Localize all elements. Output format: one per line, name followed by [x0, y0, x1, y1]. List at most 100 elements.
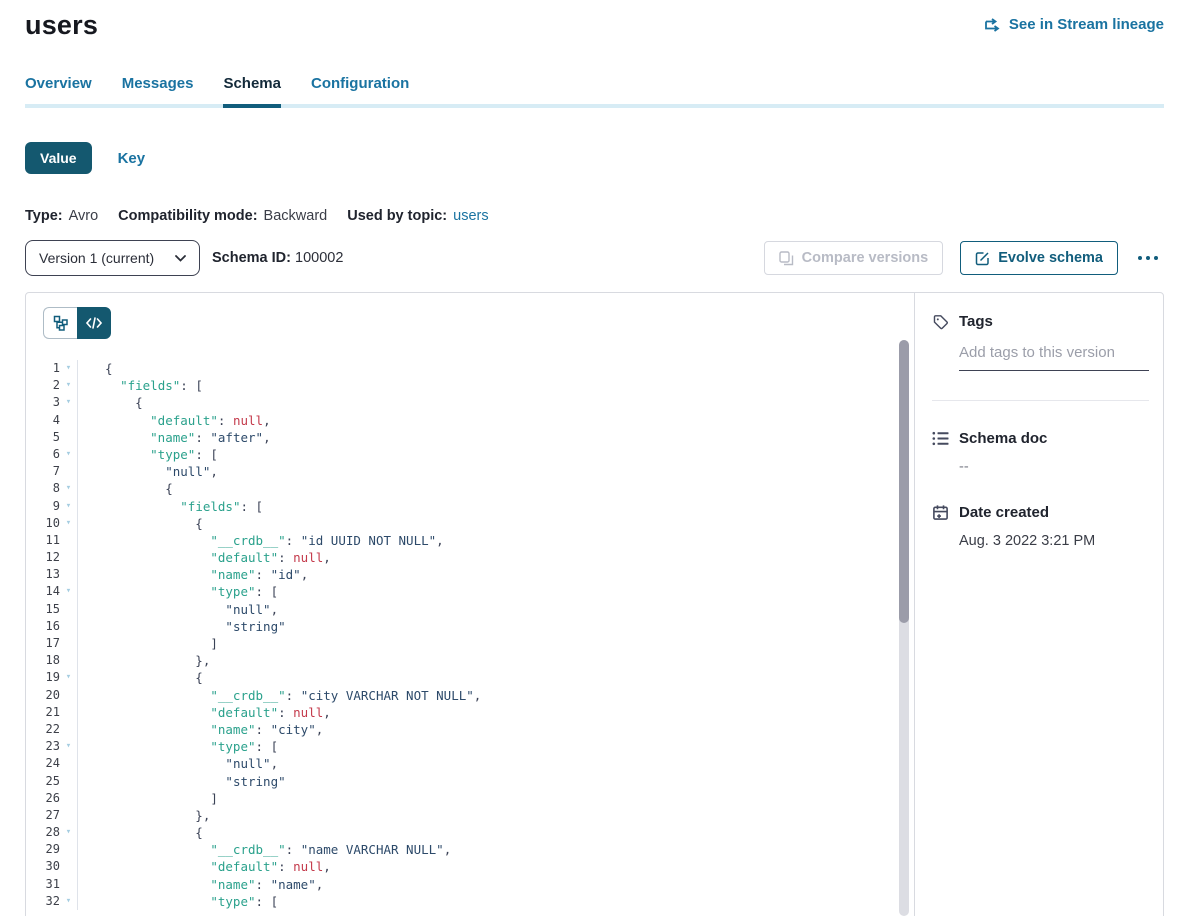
- code-text: "fields": [: [78, 498, 263, 515]
- code-text: "string": [78, 618, 286, 635]
- tab-schema[interactable]: Schema: [223, 75, 281, 108]
- code-line: 2▾ "fields": [: [26, 377, 914, 394]
- code-line: 7 "null",: [26, 463, 914, 480]
- fold-arrow-icon[interactable]: ▾: [60, 394, 77, 411]
- add-tags-input[interactable]: [959, 344, 1149, 371]
- tree-view-icon: [53, 315, 69, 331]
- schema-controls-row: Version 1 (current) Schema ID: 100002 Co…: [25, 240, 1164, 276]
- evolve-schema-button[interactable]: Evolve schema: [960, 241, 1118, 275]
- fold-arrow-icon[interactable]: ▾: [60, 360, 77, 377]
- line-number: 27: [46, 807, 60, 824]
- editor-scrollbar-thumb[interactable]: [899, 340, 909, 623]
- fold-arrow-icon[interactable]: ▾: [60, 738, 77, 755]
- code-text: "type": [: [78, 738, 278, 755]
- date-created-heading: Date created: [959, 504, 1049, 521]
- type-label: Type:: [25, 208, 63, 224]
- key-toggle-link[interactable]: Key: [118, 150, 146, 167]
- date-created-value: Aug. 3 2022 3:21 PM: [959, 533, 1149, 549]
- code-line: 32▾ "type": [: [26, 893, 914, 910]
- fold-arrow-icon[interactable]: ▾: [60, 669, 77, 686]
- fold-arrow-icon[interactable]: ▾: [60, 583, 77, 600]
- line-number: 29: [46, 841, 60, 858]
- tab-messages[interactable]: Messages: [122, 75, 194, 108]
- code-text: "string": [78, 773, 286, 790]
- topic-link[interactable]: users: [453, 208, 488, 224]
- line-number: 3: [53, 394, 60, 411]
- line-number: 17: [46, 635, 60, 652]
- fold-arrow-icon[interactable]: ▾: [60, 893, 77, 910]
- more-options-button[interactable]: [1132, 250, 1164, 266]
- tab-bar: Overview Messages Schema Configuration: [25, 75, 1164, 108]
- line-number: 8: [53, 480, 60, 497]
- calendar-plus-icon: [931, 504, 949, 521]
- code-line: 9▾ "fields": [: [26, 498, 914, 515]
- stream-lineage-link[interactable]: See in Stream lineage: [984, 16, 1164, 33]
- list-icon: [931, 431, 949, 446]
- schema-page: users See in Stream lineage Overview Mes…: [0, 10, 1189, 916]
- editor-scrollbar-track[interactable]: [899, 340, 909, 916]
- code-text: "type": [: [78, 893, 278, 910]
- code-line: 15 "null",: [26, 601, 914, 618]
- code-text: "default": null,: [78, 412, 271, 429]
- line-number: 16: [46, 618, 60, 635]
- schema-id-label: Schema ID:: [212, 250, 291, 266]
- code-view-button[interactable]: [77, 307, 111, 339]
- schema-id-value: 100002: [295, 250, 343, 266]
- tab-overview[interactable]: Overview: [25, 75, 92, 108]
- code-text: {: [78, 669, 203, 686]
- line-number: 12: [46, 549, 60, 566]
- code-text: {: [78, 824, 203, 841]
- line-number: 6: [53, 446, 60, 463]
- schema-doc-heading: Schema doc: [959, 430, 1047, 447]
- code-line: 27 },: [26, 807, 914, 824]
- fold-arrow-icon[interactable]: ▾: [60, 498, 77, 515]
- tab-configuration[interactable]: Configuration: [311, 75, 409, 108]
- value-toggle-button[interactable]: Value: [25, 142, 92, 174]
- line-number: 30: [46, 858, 60, 875]
- schema-sidebar: Tags Schema doc --: [915, 293, 1163, 916]
- code-text: "default": null,: [78, 858, 331, 875]
- code-text: ]: [78, 635, 218, 652]
- code-text: "name": "city",: [78, 721, 323, 738]
- code-view-icon: [86, 317, 102, 329]
- compare-versions-label: Compare versions: [802, 250, 929, 266]
- code-text: "name": "after",: [78, 429, 271, 446]
- fold-arrow-icon[interactable]: ▾: [60, 480, 77, 497]
- ellipsis-icon: [1138, 256, 1142, 260]
- code-line: 31 "name": "name",: [26, 876, 914, 893]
- version-select[interactable]: Version 1 (current): [25, 240, 200, 276]
- line-number: 24: [46, 755, 60, 772]
- code-line: 28▾ {: [26, 824, 914, 841]
- fold-arrow-icon[interactable]: ▾: [60, 824, 77, 841]
- code-text: "name": "name",: [78, 876, 323, 893]
- page-title: users: [25, 10, 98, 41]
- line-number: 4: [53, 412, 60, 429]
- compare-versions-button[interactable]: Compare versions: [764, 241, 944, 275]
- line-number: 19: [46, 669, 60, 686]
- compare-icon: [779, 251, 794, 266]
- code-line: 20 "__crdb__": "city VARCHAR NOT NULL",: [26, 687, 914, 704]
- code-line: 18 },: [26, 652, 914, 669]
- code-line: 4 "default": null,: [26, 412, 914, 429]
- schema-meta-row: Type: Avro Compatibility mode: Backward …: [25, 208, 1164, 224]
- code-line: 12 "default": null,: [26, 549, 914, 566]
- schema-detail-panel: 1▾{2▾ "fields": [3▾ {4 "default": null,5…: [25, 292, 1164, 916]
- compatibility-value: Backward: [264, 208, 328, 224]
- line-number: 11: [46, 532, 60, 549]
- fold-arrow-icon[interactable]: ▾: [60, 377, 77, 394]
- code-line: 19▾ {: [26, 669, 914, 686]
- tags-heading-row: Tags: [931, 313, 1149, 330]
- fold-arrow-icon[interactable]: ▾: [60, 446, 77, 463]
- tree-view-button[interactable]: [43, 307, 77, 339]
- line-number: 7: [53, 463, 60, 480]
- used-by-topic-label: Used by topic:: [347, 208, 447, 224]
- code-line: 5 "name": "after",: [26, 429, 914, 446]
- fold-arrow-icon[interactable]: ▾: [60, 515, 77, 532]
- code-line: 23▾ "type": [: [26, 738, 914, 755]
- code-text: "name": "id",: [78, 566, 308, 583]
- code-line: 6▾ "type": [: [26, 446, 914, 463]
- code-text: "default": null,: [78, 549, 331, 566]
- code-line: 25 "string": [26, 773, 914, 790]
- schema-doc-value: --: [959, 459, 1149, 475]
- page-header: users See in Stream lineage: [25, 10, 1164, 41]
